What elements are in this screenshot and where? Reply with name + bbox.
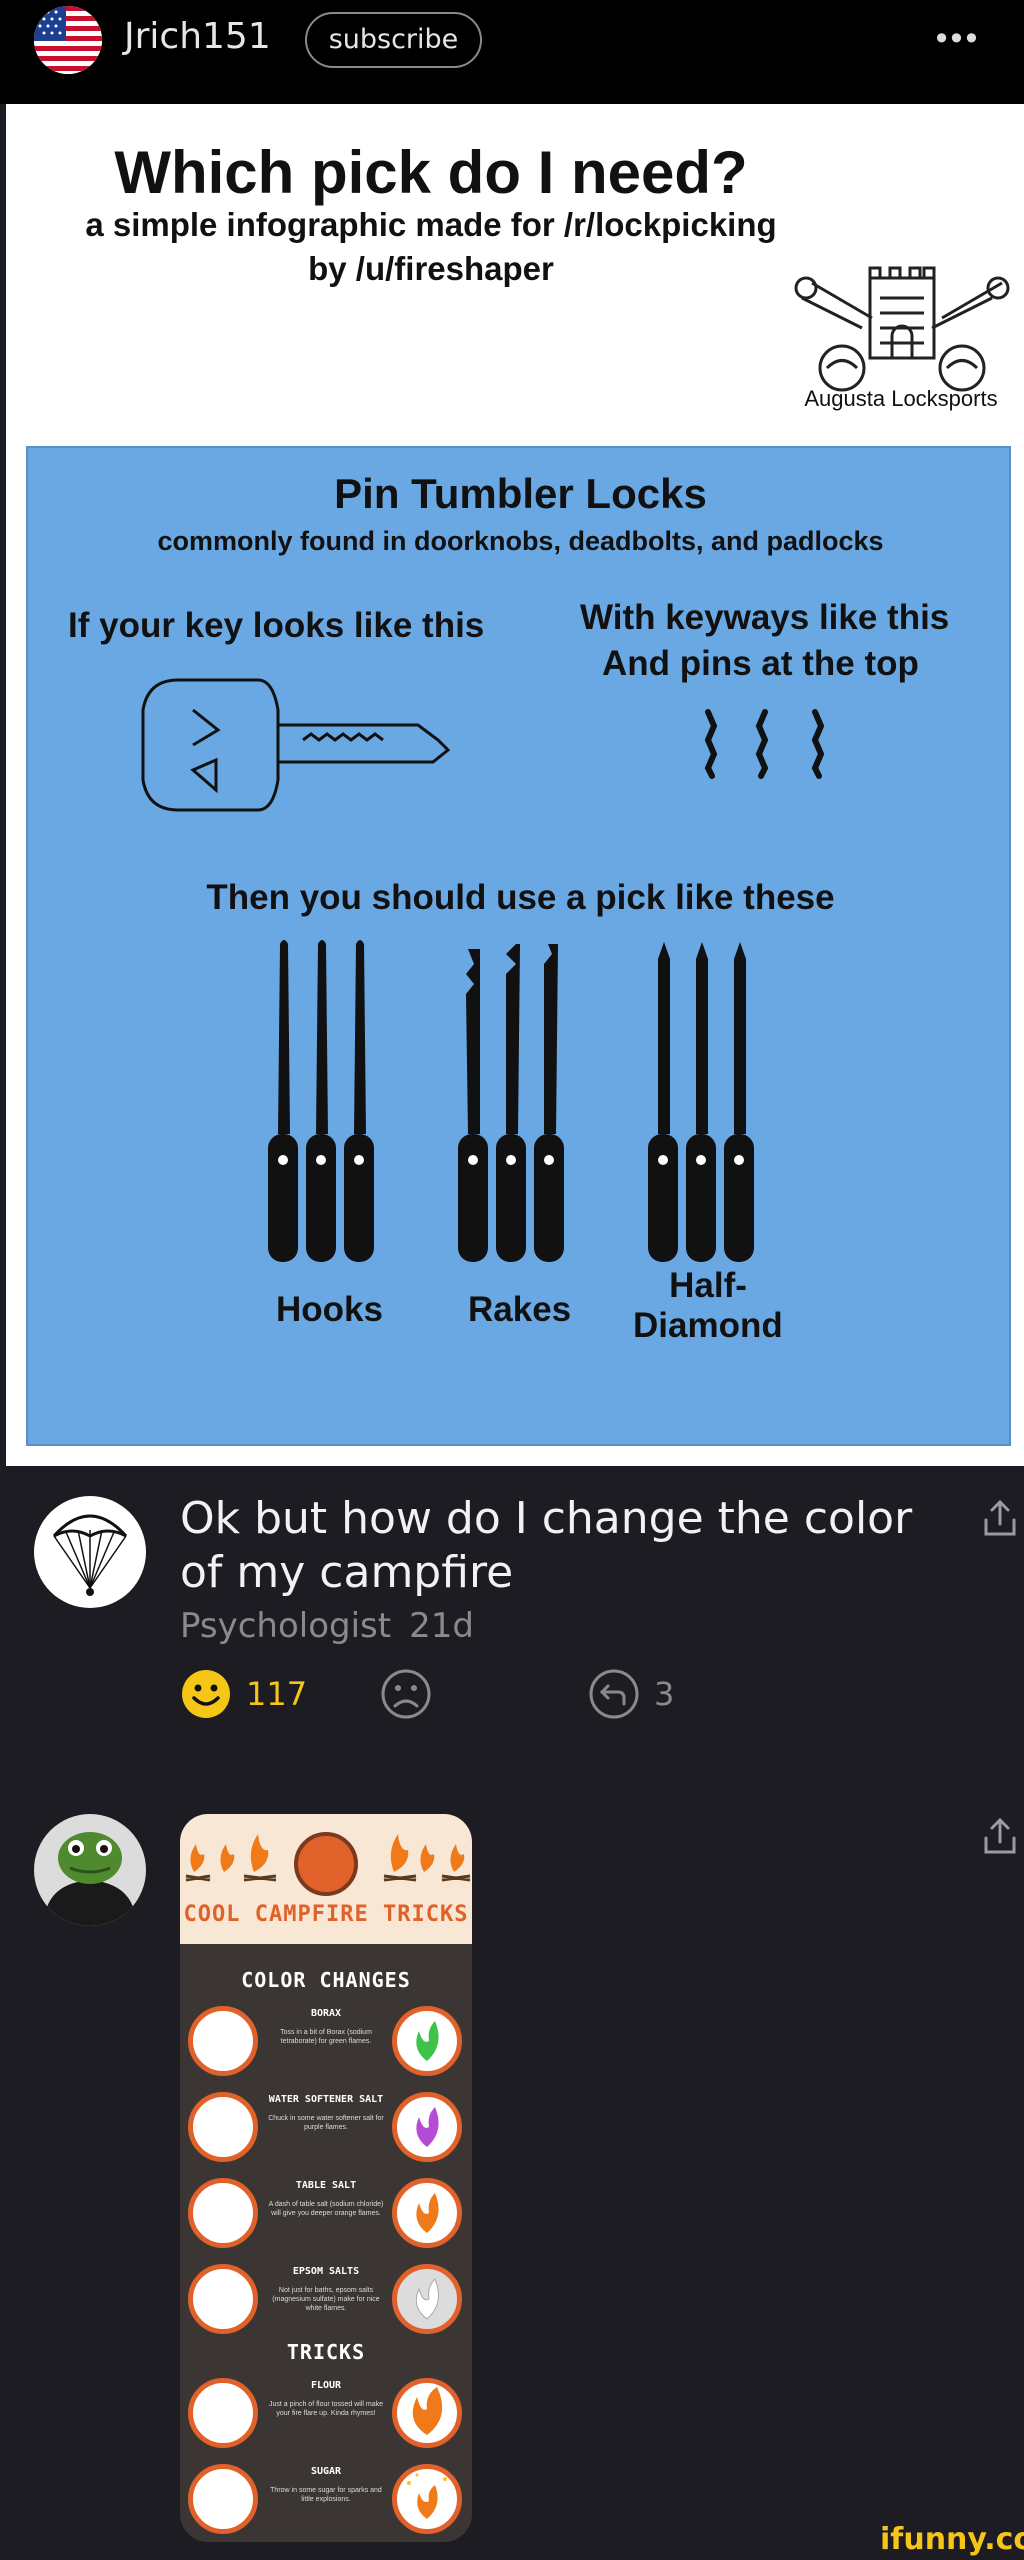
comment-image-campfire-tricks[interactable]: COOL CAMPFIRE TRICKS COLOR CHANGES BORAX… (180, 1814, 472, 2542)
pick-label-diamond: Diamond (633, 1306, 783, 1345)
ingredient-description: Toss in a bit of Borax (sodium tetrabora… (280, 2029, 372, 2045)
comment-time: 21d (409, 1606, 474, 1646)
ingredient-name: BORAX (310, 2008, 342, 2019)
share-icon[interactable] (978, 1814, 1022, 1858)
pick-label-rakes: Rakes (468, 1290, 572, 1329)
parachute-icon (52, 1514, 128, 1596)
ingredient-description: Not just for baths, epsom salts (magnesi… (272, 2287, 380, 2312)
smile-icon (182, 1670, 230, 1718)
reply-button[interactable]: 3 (588, 1666, 674, 1722)
white-flame-icon (392, 2264, 462, 2334)
comment-item: Ok but how do I change the color of my c… (0, 1466, 1024, 1796)
comment-meta: Psychologist 21d (180, 1606, 474, 1646)
use-pick-label: Then you should use a pick like these (206, 878, 835, 917)
lock-picks-illustration (268, 940, 754, 1262)
infographic-subtitle: a simple infographic made for /r/lockpic… (85, 206, 777, 243)
frog-hoodie-avatar-icon (34, 1814, 146, 1926)
flare-flame-icon (392, 2378, 462, 2448)
panel-title: Pin Tumbler Locks (334, 470, 707, 517)
ingredient-name: WATER SOFTENER SALT (268, 2094, 384, 2105)
campfire-row: FLOUR Just a pinch of flour tossed will … (180, 2370, 472, 2450)
tricks-heading: TRICKS (286, 2340, 366, 2364)
ifunny-watermark: ifunny.co (880, 2522, 1024, 2557)
us-flag-icon (34, 6, 102, 74)
campfire-row: EPSOM SALTS Not just for baths, epsom sa… (180, 2256, 472, 2336)
crest-label: Augusta Locksports (804, 386, 998, 411)
ingredient-icon (188, 2464, 258, 2534)
campfire-row: SUGAR Throw in some sugar for sparks and… (180, 2456, 472, 2536)
commenter-avatar[interactable] (34, 1814, 146, 1926)
panel-subtitle: commonly found in doorknobs, deadbolts, … (157, 526, 884, 556)
campfire-row: TABLE SALT A dash of table salt (sodium … (180, 2170, 472, 2250)
like-count: 117 (246, 1675, 308, 1713)
campfire-logo-badge (294, 1832, 358, 1896)
post-header: Jrich151 subscribe ••• (0, 0, 1024, 104)
key-label: If your key looks like this (68, 606, 485, 645)
more-options-button[interactable]: ••• (928, 14, 988, 64)
pin-tumbler-panel: Pin Tumbler Locks commonly found in door… (26, 446, 1011, 1446)
keyway-pins-icon (704, 709, 825, 779)
campfire-header-banner: COOL CAMPFIRE TRICKS (180, 1814, 472, 1944)
subscribe-button[interactable]: subscribe (305, 12, 482, 68)
ingredient-name: SUGAR (310, 2466, 342, 2477)
comment-author[interactable]: Psychologist (180, 1606, 391, 1646)
comment-text: Ok but how do I change the color of my c… (180, 1493, 913, 1598)
ingredient-icon (188, 2378, 258, 2448)
ingredient-description: Chuck in some water softener salt for pu… (268, 2115, 384, 2131)
ingredient-description: A dash of table salt (sodium chloride) w… (268, 2201, 384, 2217)
ingredient-icon (188, 2178, 258, 2248)
ingredient-icon (188, 2264, 258, 2334)
frown-icon (381, 1669, 431, 1719)
purple-flame-icon (392, 2092, 462, 2162)
infographic-title: Which pick do I need? (114, 139, 748, 206)
green-flame-icon (392, 2006, 462, 2076)
campfire-row: BORAX Toss in a bit of Borax (sodium tet… (180, 1998, 472, 2078)
ingredient-name: EPSOM SALTS (292, 2266, 360, 2277)
post-image-infographic[interactable]: Which pick do I need? a simple infograph… (6, 104, 1024, 1466)
reply-count: 3 (654, 1675, 675, 1713)
color-changes-heading: COLOR CHANGES (241, 1968, 411, 1992)
campfire-row: WATER SOFTENER SALT Chuck in some water … (180, 2084, 472, 2164)
ingredient-name: FLOUR (310, 2380, 342, 2391)
pick-label-half: Half- (669, 1266, 747, 1305)
ingredient-description: Just a pinch of flour tossed will make y… (269, 2401, 383, 2417)
like-button[interactable]: 117 (180, 1666, 307, 1722)
commenter-avatar[interactable] (34, 1496, 146, 1608)
campfire-title: COOL CAMPFIRE TRICKS (183, 1902, 469, 1927)
orange-flame-icon (392, 2178, 462, 2248)
ingredient-icon (188, 2092, 258, 2162)
sparks-flame-icon (392, 2464, 462, 2534)
pick-label-hooks: Hooks (276, 1290, 383, 1329)
ingredient-description: Throw in some sugar for sparks and littl… (270, 2487, 382, 2503)
dislike-button[interactable] (380, 1666, 432, 1722)
ingredient-name: TABLE SALT (295, 2180, 357, 2191)
reply-icon (589, 1669, 639, 1719)
infographic-author: by /u/fireshaper (308, 250, 554, 287)
post-username[interactable]: Jrich151 (124, 16, 271, 57)
us-flag-avatar[interactable] (34, 6, 102, 74)
key-icon (141, 678, 451, 812)
pins-label: And pins at the top (602, 644, 919, 683)
keyway-label: With keyways like this (580, 598, 950, 637)
ingredient-icon (188, 2006, 258, 2076)
comment-item (0, 1796, 1024, 2560)
share-icon[interactable] (978, 1496, 1022, 1540)
